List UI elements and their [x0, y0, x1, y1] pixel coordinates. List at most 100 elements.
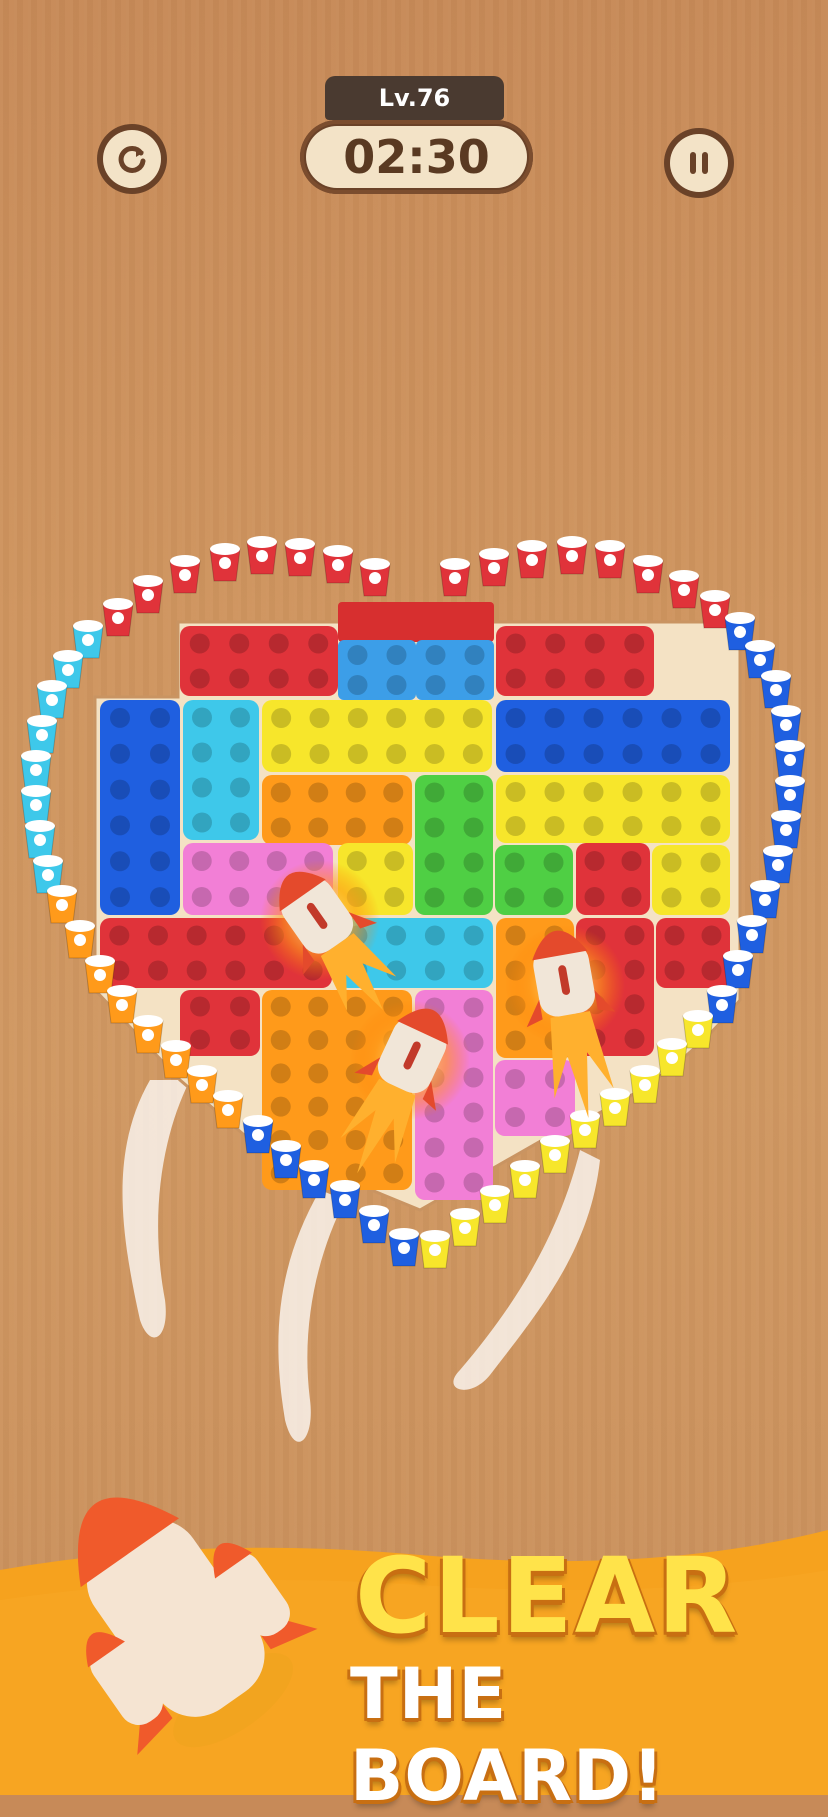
- cup-cyan[interactable]: [26, 715, 58, 754]
- cup-red[interactable]: [169, 555, 201, 594]
- cup-blue[interactable]: [388, 1228, 420, 1267]
- brick-stud: [308, 1096, 329, 1117]
- brick-stud: [190, 996, 210, 1017]
- brick-stud: [700, 887, 721, 908]
- brick-stud: [664, 925, 685, 946]
- cup-blue[interactable]: [329, 1180, 361, 1219]
- brick-stud: [270, 1096, 291, 1117]
- brick-stud: [462, 708, 483, 728]
- brick-stud: [230, 777, 250, 798]
- brick-stud: [424, 817, 445, 838]
- brick-stud: [463, 887, 484, 908]
- cup-blue[interactable]: [770, 705, 802, 744]
- cup-red[interactable]: [284, 538, 316, 577]
- cup-blue[interactable]: [774, 775, 806, 814]
- cup-yellow[interactable]: [419, 1230, 451, 1269]
- brick-stud: [624, 633, 645, 654]
- cup-blue[interactable]: [770, 810, 802, 849]
- cup-blue[interactable]: [358, 1205, 390, 1244]
- brick-stud: [150, 851, 170, 872]
- cup-red[interactable]: [668, 570, 700, 609]
- cup-blue[interactable]: [760, 670, 792, 709]
- cup-yellow[interactable]: [629, 1065, 661, 1104]
- rocket-icon: [77, 1497, 318, 1756]
- brick-stud: [268, 633, 289, 654]
- cup-red[interactable]: [478, 548, 510, 587]
- brick-stud: [225, 960, 246, 981]
- brick-stud: [189, 668, 210, 689]
- banner-title-board: THE BOARD!: [350, 1653, 666, 1817]
- cup-yellow[interactable]: [479, 1185, 511, 1224]
- brick-stud: [230, 1029, 250, 1050]
- cup-yellow[interactable]: [569, 1110, 601, 1149]
- cup-red[interactable]: [322, 545, 354, 584]
- brick-stud: [584, 633, 605, 654]
- cup-orange[interactable]: [106, 985, 138, 1024]
- brick-stud: [386, 708, 407, 728]
- brick-stud: [110, 743, 130, 764]
- cup-yellow[interactable]: [449, 1208, 481, 1247]
- brick-stud: [229, 633, 250, 654]
- cup-cyan[interactable]: [36, 680, 68, 719]
- cup-blue[interactable]: [736, 915, 768, 954]
- cup-orange[interactable]: [64, 920, 96, 959]
- cup-red[interactable]: [246, 536, 278, 575]
- brick-stud: [268, 668, 289, 689]
- brick-stud: [230, 707, 250, 728]
- brick-stud: [584, 887, 605, 907]
- brick-stud: [624, 959, 645, 980]
- brick-stud: [624, 1028, 645, 1049]
- brick-stud: [462, 744, 483, 764]
- cup-cyan[interactable]: [20, 785, 52, 824]
- cup-red[interactable]: [209, 543, 241, 582]
- cup-red[interactable]: [556, 536, 588, 575]
- brick-stud: [270, 1030, 291, 1050]
- brick-stud: [624, 994, 645, 1015]
- cup-orange[interactable]: [132, 1015, 164, 1054]
- cup-blue[interactable]: [298, 1160, 330, 1199]
- cup-orange[interactable]: [186, 1065, 218, 1104]
- cup-yellow[interactable]: [599, 1088, 631, 1127]
- brick-stud: [309, 744, 330, 764]
- cup-red[interactable]: [359, 558, 391, 597]
- cup-red[interactable]: [516, 540, 548, 579]
- brick-stud: [271, 708, 292, 728]
- cup-yellow[interactable]: [509, 1160, 541, 1199]
- cup-blue[interactable]: [749, 880, 781, 919]
- cup-red[interactable]: [632, 555, 664, 594]
- brick-stud: [192, 742, 212, 763]
- cup-blue[interactable]: [762, 845, 794, 884]
- cup-blue[interactable]: [242, 1115, 274, 1154]
- cup-yellow[interactable]: [682, 1010, 714, 1049]
- cup-cyan[interactable]: [20, 750, 52, 789]
- brick-stud: [229, 851, 250, 871]
- brick-stud: [345, 996, 366, 1017]
- brick-stud: [622, 782, 643, 802]
- brick-stud: [624, 668, 645, 689]
- brick-stud: [505, 925, 526, 946]
- cup-cyan[interactable]: [24, 820, 56, 859]
- brick-stud: [191, 851, 212, 871]
- brick-stud: [505, 744, 526, 764]
- brick-stud: [464, 645, 485, 665]
- cup-red[interactable]: [102, 598, 134, 637]
- cup-orange[interactable]: [212, 1090, 244, 1129]
- cup-blue[interactable]: [774, 740, 806, 779]
- cup-blue[interactable]: [722, 950, 754, 989]
- brick-stud: [109, 925, 130, 946]
- brick-stud: [386, 925, 407, 946]
- brick-stud: [150, 707, 170, 728]
- cup-blue[interactable]: [270, 1140, 302, 1179]
- brick-stud: [543, 852, 564, 873]
- cup-orange[interactable]: [160, 1040, 192, 1079]
- cup-red[interactable]: [132, 575, 164, 614]
- brick-stud: [186, 925, 207, 946]
- cup-red[interactable]: [439, 558, 471, 597]
- cup-red[interactable]: [594, 540, 626, 579]
- brick-stud: [505, 782, 526, 802]
- brick-stud: [270, 1063, 291, 1084]
- cup-yellow[interactable]: [539, 1135, 571, 1174]
- brick-stud: [701, 960, 722, 981]
- cup-yellow[interactable]: [656, 1038, 688, 1077]
- cup-orange[interactable]: [46, 885, 78, 924]
